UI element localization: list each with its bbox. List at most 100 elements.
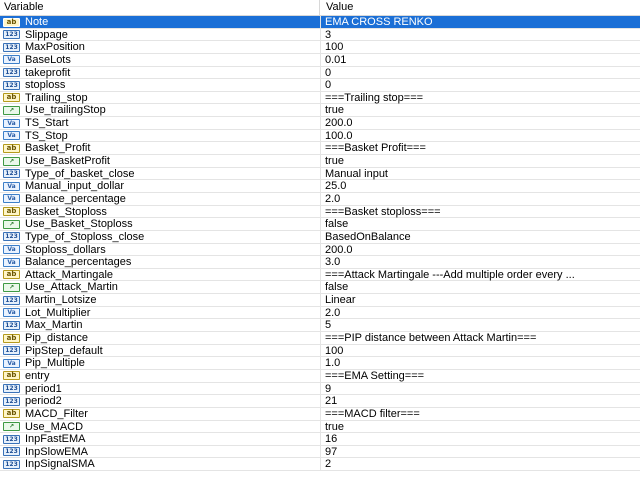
table-row[interactable]: Va Balance_percentage 2.0	[0, 192, 640, 206]
table-row[interactable]: 123 InpFastEMA 16	[0, 433, 640, 446]
variable-name: Trailing_stop	[25, 91, 88, 104]
variable-value[interactable]: 0	[325, 79, 635, 91]
table-row[interactable]: 123 Slippage 3	[0, 28, 640, 42]
table-row[interactable]: 123 MaxPosition 100	[0, 41, 640, 54]
variable-name: TS_Start	[25, 117, 69, 130]
variable-value[interactable]: 2.0	[325, 307, 635, 319]
table-row[interactable]: 123 period1 9	[0, 382, 640, 396]
variable-value[interactable]: ===Attack Martingale ---Add multiple ord…	[325, 269, 635, 281]
table-row[interactable]: Va Pip_Multiple 1.0	[0, 357, 640, 370]
table-row[interactable]: ab Note EMA CROSS RENKO	[0, 16, 640, 29]
table-row[interactable]: ↗ Use_Basket_Stoploss false	[0, 218, 640, 231]
variable-name: stoploss	[25, 79, 66, 92]
variable-value[interactable]: 97	[325, 446, 635, 458]
table-row[interactable]: ab Attack_Martingale ===Attack Martingale …	[0, 268, 640, 282]
variable-value[interactable]: 1.0	[325, 357, 635, 369]
variable-value[interactable]: true	[325, 155, 635, 167]
column-divider	[320, 243, 321, 256]
variable-value[interactable]: ===Basket Profit===	[325, 142, 635, 154]
table-row[interactable]: Va Stoploss_dollars 200.0	[0, 243, 640, 257]
double-type-icon: Va	[3, 55, 20, 65]
column-header-variable[interactable]: Variable	[0, 0, 320, 15]
double-type-icon: Va	[3, 181, 20, 191]
column-divider	[320, 41, 321, 53]
variable-value[interactable]: false	[325, 281, 635, 293]
string-type-icon: ab	[3, 207, 20, 217]
variable-value[interactable]: 21	[325, 395, 635, 407]
table-row[interactable]: 123 Type_of_basket_close Manual input	[0, 167, 640, 181]
column-divider	[320, 369, 321, 382]
table-row[interactable]: 123 Max_Martin 5	[0, 319, 640, 333]
variable-value[interactable]: 0.01	[325, 54, 635, 66]
variable-value[interactable]: EMA CROSS RENKO	[325, 16, 635, 28]
column-divider	[320, 230, 321, 243]
variable-name: Use_Attack_Martin	[25, 281, 118, 294]
double-type-icon: Va	[3, 257, 20, 267]
variable-value[interactable]: 0	[325, 67, 635, 79]
variable-value[interactable]: 100.0	[325, 130, 635, 142]
variable-value[interactable]: 5	[325, 319, 635, 331]
table-row[interactable]: ab Trailing_stop ===Trailing stop===	[0, 91, 640, 105]
variable-value[interactable]: true	[325, 421, 635, 433]
variable-value[interactable]: ===PIP distance between Attack Martin===	[325, 332, 635, 344]
table-row[interactable]: 123 InpSlowEMA 97	[0, 445, 640, 459]
column-divider	[320, 420, 321, 433]
table-row[interactable]: 123 takeprofit 0	[0, 66, 640, 80]
variable-value[interactable]: 16	[325, 433, 635, 445]
table-row[interactable]: 123 Type_of_Stoploss_close BasedOnBalance	[0, 230, 640, 244]
table-row[interactable]: Va BaseLots 0.01	[0, 53, 640, 67]
table-row[interactable]: Va Balance_percentages 3.0	[0, 256, 640, 269]
table-row[interactable]: Va Manual_input_dollar 25.0	[0, 180, 640, 193]
variable-name: BaseLots	[25, 53, 71, 66]
column-divider	[320, 218, 321, 230]
string-type-icon: ab	[3, 93, 20, 103]
table-row[interactable]: ab Basket_Profit ===Basket Profit===	[0, 142, 640, 156]
table-row[interactable]: ab MACD_Filter ===MACD filter===	[0, 407, 640, 421]
column-divider	[320, 129, 321, 142]
string-type-icon: ab	[3, 333, 20, 343]
variable-value[interactable]: false	[325, 218, 635, 230]
table-row[interactable]: ↗ Use_MACD true	[0, 420, 640, 434]
table-row[interactable]: 123 period2 21	[0, 395, 640, 408]
variable-name: InpFastEMA	[25, 433, 86, 446]
variable-value[interactable]: 2	[325, 458, 635, 470]
table-row[interactable]: Va Lot_Multiplier 2.0	[0, 306, 640, 320]
column-divider	[320, 458, 321, 471]
table-row[interactable]: 123 PipStep_default 100	[0, 344, 640, 358]
table-row[interactable]: ↗ Use_BasketProfit true	[0, 155, 640, 168]
variable-value[interactable]: ===MACD filter===	[325, 408, 635, 420]
variable-value[interactable]: BasedOnBalance	[325, 231, 635, 243]
variable-value[interactable]: 3	[325, 29, 635, 41]
variable-value[interactable]: ===EMA Setting===	[325, 370, 635, 382]
table-row[interactable]: ab entry ===EMA Setting===	[0, 369, 640, 383]
variable-value[interactable]: 100	[325, 345, 635, 357]
table-row[interactable]: ↗ Use_Attack_Martin false	[0, 281, 640, 295]
variable-value[interactable]: 100	[325, 41, 635, 53]
column-divider	[320, 268, 321, 281]
variable-value[interactable]: ===Trailing stop===	[325, 92, 635, 104]
variable-value[interactable]: Linear	[325, 294, 635, 306]
variable-value[interactable]: 9	[325, 383, 635, 395]
table-row[interactable]: ab Pip_distance ===PIP distance between At…	[0, 332, 640, 345]
column-header-value[interactable]: Value	[320, 0, 640, 15]
integer-type-icon: 123	[3, 169, 20, 179]
integer-type-icon: 123	[3, 346, 20, 356]
variable-value[interactable]: 200.0	[325, 244, 635, 256]
table-row[interactable]: 123 Martin_Lotsize Linear	[0, 294, 640, 307]
variable-value[interactable]: true	[325, 104, 635, 116]
variable-value[interactable]: ===Basket stoploss===	[325, 206, 635, 218]
table-row[interactable]: Va TS_Start 200.0	[0, 117, 640, 130]
table-row[interactable]: Va TS_Stop 100.0	[0, 129, 640, 143]
variable-value[interactable]: 2.0	[325, 193, 635, 205]
variable-value[interactable]: 3.0	[325, 256, 635, 268]
variable-value[interactable]: 200.0	[325, 117, 635, 129]
variable-value[interactable]: 25.0	[325, 180, 635, 192]
table-row[interactable]: ↗ Use_trailingStop true	[0, 104, 640, 118]
variable-value[interactable]: Manual input	[325, 168, 635, 180]
table-row[interactable]: ab Basket_Stoploss ===Basket stoploss===	[0, 205, 640, 219]
table-row[interactable]: 123 InpSignalSMA 2	[0, 458, 640, 472]
string-type-icon: ab	[3, 143, 20, 153]
table-row[interactable]: 123 stoploss 0	[0, 79, 640, 92]
integer-type-icon: 123	[3, 80, 20, 90]
boolean-type-icon: ↗	[3, 105, 20, 115]
